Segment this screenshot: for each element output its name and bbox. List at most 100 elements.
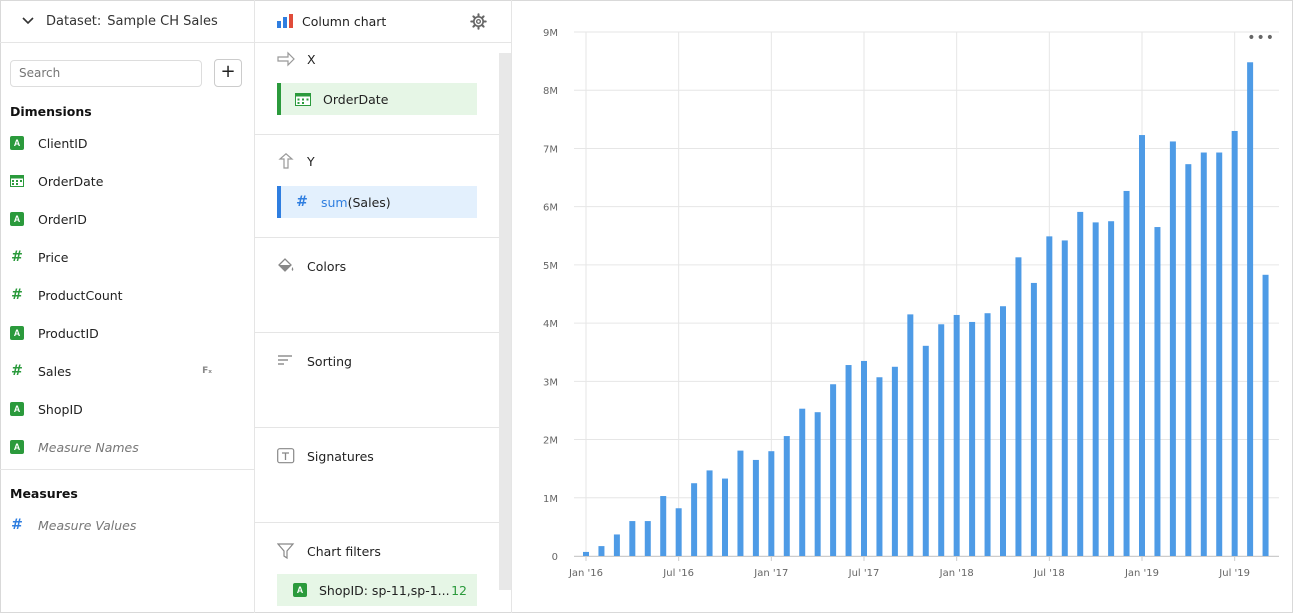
section-x-title: X — [307, 51, 316, 67]
bar — [768, 451, 775, 556]
y-tick-label: 0 — [552, 552, 558, 563]
x-field-chip[interactable]: OrderDate — [277, 83, 477, 115]
bar — [644, 521, 651, 556]
y-tick-label: 6M — [543, 203, 558, 214]
section-y-header: Y — [277, 153, 315, 169]
bar — [1046, 236, 1053, 557]
y-tick-label: 2M — [543, 436, 558, 447]
filter-chip[interactable]: A ShopID: sp-11,sp-1... 12 — [277, 574, 477, 606]
arrow-right-icon — [277, 51, 295, 67]
field-productid[interactable]: A ProductID — [10, 322, 240, 344]
field-shopid[interactable]: A ShopID — [10, 398, 240, 420]
filter-chip-label: ShopID: sp-11,sp-1... — [319, 582, 450, 598]
dataset-panel: Dataset: Sample CH Sales + Dimensions A … — [0, 0, 255, 613]
search-input[interactable] — [10, 59, 202, 87]
section-colors[interactable]: Colors — [255, 238, 499, 333]
y-field-chip[interactable]: # sum (Sales) — [277, 186, 477, 218]
section-filters-title: Chart filters — [307, 543, 381, 559]
y-tick-label: 4M — [543, 319, 558, 330]
paint-bucket-icon — [278, 258, 294, 272]
field-label: OrderDate — [38, 173, 104, 189]
x-tick-label: Jul '17 — [848, 568, 880, 579]
column-chart-icon — [277, 14, 293, 28]
y-field-arg: (Sales) — [347, 194, 391, 210]
more-dots-icon[interactable]: ••• — [1247, 30, 1275, 46]
bar — [1247, 62, 1254, 557]
y-tick-label: 7M — [543, 144, 558, 155]
dataset-header[interactable]: Dataset: Sample CH Sales — [0, 0, 255, 43]
field-label: Measure Names — [38, 439, 139, 455]
bar — [583, 551, 589, 556]
field-sales[interactable]: # Sales Fₓ — [10, 360, 240, 382]
bar — [1154, 227, 1161, 557]
number-type-icon: # — [11, 249, 23, 265]
bar — [629, 521, 636, 556]
number-type-icon: # — [11, 287, 23, 303]
bar — [1169, 141, 1176, 557]
dataset-label: Dataset: — [46, 13, 102, 29]
bar — [1092, 222, 1099, 557]
section-x: X OrderDate — [255, 43, 499, 135]
bar — [737, 450, 744, 556]
bar — [691, 483, 698, 556]
scrollbar[interactable] — [499, 53, 511, 590]
field-label: Sales — [38, 363, 72, 379]
field-orderid[interactable]: A OrderID — [10, 208, 240, 230]
field-label: ShopID — [38, 401, 83, 417]
field-measure-names[interactable]: A Measure Names — [10, 436, 240, 458]
calendar-icon — [295, 92, 311, 106]
bar — [613, 534, 620, 556]
field-productcount[interactable]: # ProductCount — [10, 284, 240, 306]
bar — [876, 377, 883, 556]
y-tick-label: 8M — [543, 86, 558, 97]
string-type-icon: A — [10, 326, 24, 340]
bar — [969, 321, 976, 556]
y-field-fn: sum — [321, 194, 348, 210]
filter-icon — [277, 543, 295, 559]
bar — [1216, 152, 1223, 556]
y-tick-label: 9M — [543, 28, 558, 39]
x-tick-label: Jul '18 — [1033, 568, 1065, 579]
string-type-icon: A — [10, 402, 24, 416]
bar — [1185, 164, 1192, 557]
bar — [1139, 135, 1145, 556]
text-label-icon — [277, 448, 295, 464]
calendar-icon — [10, 175, 24, 187]
bar — [598, 546, 605, 556]
field-orderdate[interactable]: OrderDate — [10, 170, 240, 192]
add-field-button[interactable]: + — [214, 59, 242, 87]
y-tick-label: 5M — [543, 261, 558, 272]
section-sorting-title: Sorting — [307, 353, 352, 369]
chevron-down-icon[interactable] — [20, 13, 36, 29]
number-type-icon: # — [11, 363, 23, 379]
field-label: OrderID — [38, 211, 87, 227]
formula-icon: Fₓ — [202, 366, 212, 376]
field-label: ProductID — [38, 325, 99, 341]
x-tick-label: Jan '18 — [939, 568, 974, 579]
number-type-icon: # — [296, 194, 308, 210]
visualization-label: Column chart — [302, 13, 387, 29]
bar — [706, 470, 713, 556]
gear-icon[interactable] — [470, 13, 487, 30]
y-tick-label: 3M — [543, 377, 558, 388]
field-price[interactable]: # Price — [10, 246, 240, 268]
section-sorting[interactable]: Sorting — [255, 333, 499, 428]
x-field-label: OrderDate — [323, 91, 389, 107]
section-x-header: X — [277, 51, 316, 67]
number-type-icon: # — [11, 517, 23, 533]
bar — [752, 459, 759, 556]
dataset-name[interactable]: Sample CH Sales — [107, 14, 217, 29]
section-signatures-title: Signatures — [307, 448, 374, 464]
bar — [1200, 152, 1207, 556]
section-signatures[interactable]: Signatures — [255, 428, 499, 523]
bar — [1061, 240, 1068, 557]
chart-area: ••• 0 1M 2M 3M 4M 5M 6M 7M 8M 9M Jan '16 Jul '16 Jan… — [512, 0, 1293, 613]
field-clientid[interactable]: A ClientID — [10, 132, 240, 154]
field-measure-values[interactable]: # Measure Values — [10, 514, 240, 536]
section-signatures-header: Signatures — [277, 448, 374, 464]
visualization-selector[interactable]: Column chart — [255, 0, 511, 43]
bar — [660, 496, 667, 556]
x-tick-label: Jul '16 — [662, 568, 694, 579]
bar — [1231, 130, 1238, 556]
column-chart: 0 1M 2M 3M 4M 5M 6M 7M 8M 9M Jan '16 Jul '16 Jan '17… — [543, 28, 1279, 579]
